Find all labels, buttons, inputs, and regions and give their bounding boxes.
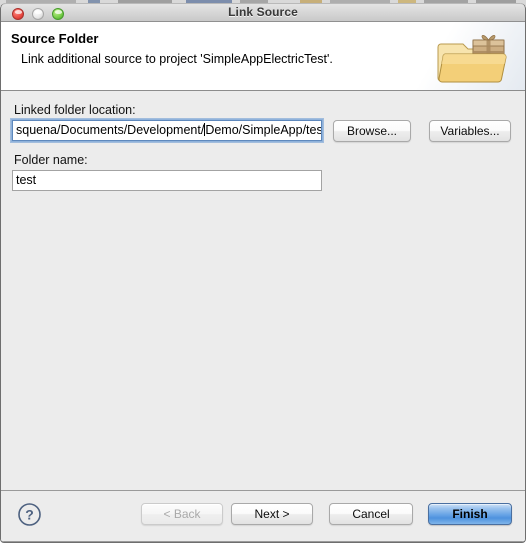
dialog-header: Source Folder Link additional source to …	[1, 22, 525, 91]
help-icon[interactable]: ?	[17, 502, 42, 527]
finish-button-label: Finish	[452, 507, 488, 521]
link-source-dialog: Link Source Source Folder Link additiona…	[0, 3, 526, 543]
folder-name-input[interactable]: test	[12, 170, 322, 191]
svg-text:?: ?	[25, 506, 34, 522]
location-value-before-caret: squena/Documents/Development/	[16, 123, 205, 137]
cancel-button[interactable]: Cancel	[329, 503, 413, 525]
window-title: Link Source	[228, 5, 298, 19]
linked-folder-location-input[interactable]: squena/Documents/Development/Demo/Simple…	[10, 118, 324, 143]
dialog-body: Linked folder location: squena/Documents…	[1, 91, 525, 490]
next-button[interactable]: Next >	[231, 503, 313, 525]
folder-with-package-icon	[437, 34, 507, 83]
dialog-footer: ? < Back Next > Cancel Finish	[1, 490, 525, 542]
finish-button[interactable]: Finish	[428, 503, 512, 525]
folder-name-label: Folder name:	[14, 153, 88, 167]
window-titlebar[interactable]: Link Source	[1, 3, 525, 22]
page-subtitle: Link additional source to project 'Simpl…	[21, 52, 333, 66]
back-button[interactable]: < Back	[141, 503, 223, 525]
location-value-after-caret: Demo/SimpleApp/test	[205, 123, 322, 137]
page-title: Source Folder	[11, 31, 99, 46]
browse-button[interactable]: Browse...	[333, 120, 411, 142]
linked-folder-location-label: Linked folder location:	[14, 103, 136, 117]
variables-button[interactable]: Variables...	[429, 120, 511, 142]
